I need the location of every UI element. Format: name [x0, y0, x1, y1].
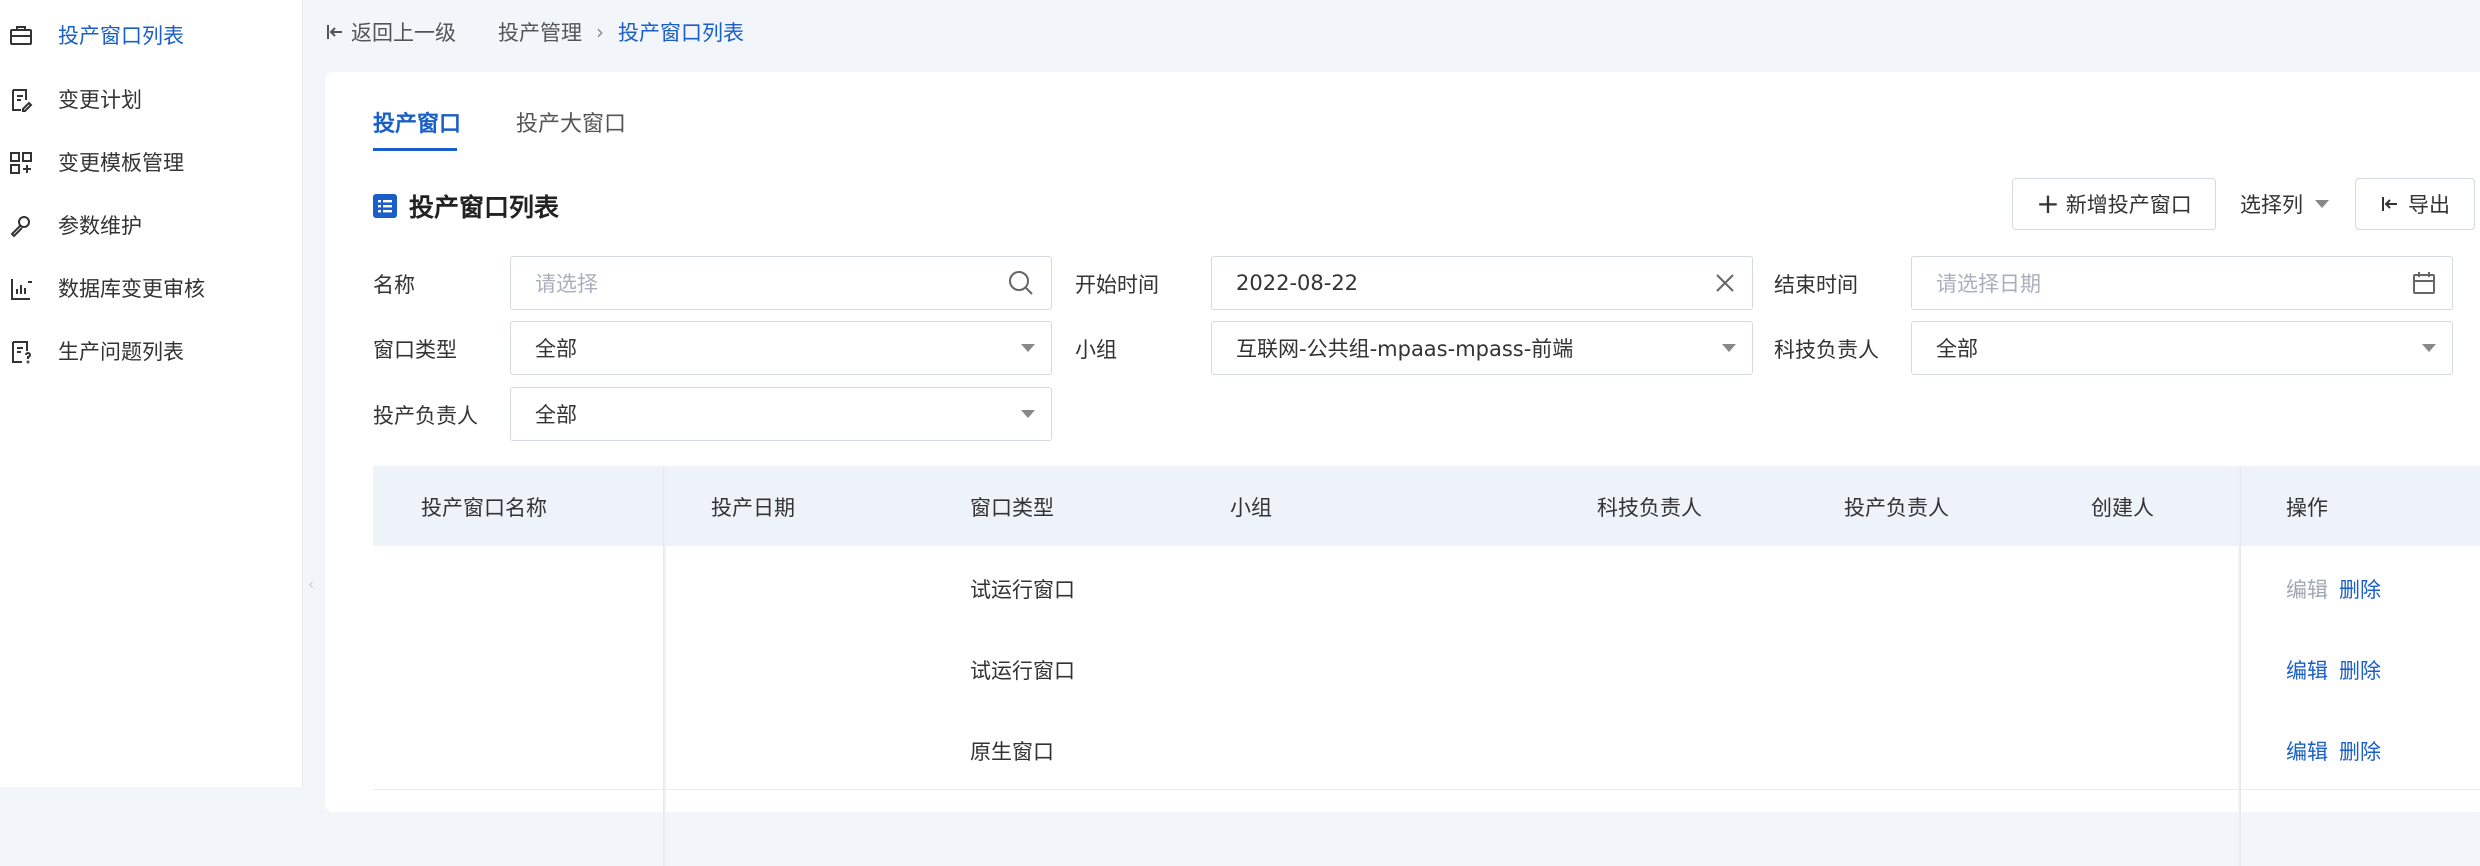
caret-down-icon: [1021, 344, 1035, 352]
cell-type: 试运行窗口: [970, 659, 1075, 683]
document-edit-icon: [8, 87, 34, 113]
breadcrumb: 返回上一级 投产管理 › 投产窗口列表: [325, 14, 744, 50]
sidebar-collapse-handle[interactable]: ‹: [303, 560, 319, 610]
group-select[interactable]: 互联网-公共组-mpaas-mpass-前端: [1211, 321, 1753, 375]
database-chart-icon: [8, 276, 34, 302]
sidebar-item-label: 变更计划: [58, 88, 142, 112]
edit-link[interactable]: 编辑: [2286, 574, 2328, 604]
sidebar: 投产窗口列表 变更计划 变更模板管理 参数维护 数据库变更审核 生产问题列表: [0, 0, 303, 787]
plus-icon: +: [2036, 187, 2060, 220]
back-link-label: 返回上一级: [351, 21, 456, 45]
export-label: 导出: [2408, 193, 2450, 217]
add-window-button[interactable]: + 新增投产窗口: [2012, 178, 2216, 230]
breadcrumb-current: 投产窗口列表: [618, 21, 744, 45]
delete-link[interactable]: 删除: [2339, 574, 2381, 604]
export-icon: [2382, 197, 2397, 211]
caret-down-icon: [2315, 200, 2329, 208]
template-blocks-icon: [8, 150, 34, 176]
name-placeholder: 请选择: [535, 272, 598, 296]
fixed-column-divider-right: [2238, 466, 2241, 866]
col-header-type: 窗口类型: [970, 496, 1054, 520]
tech-owner-select[interactable]: 全部: [1911, 321, 2453, 375]
table-row: 试运行窗口 编辑 删除: [373, 627, 2480, 709]
col-header-date: 投产日期: [711, 496, 795, 520]
tech-owner-value: 全部: [1936, 337, 1978, 361]
caret-down-icon: [1021, 410, 1035, 418]
list-icon: [373, 194, 397, 218]
table-row: 原生窗口 编辑 删除: [373, 708, 2480, 790]
back-link[interactable]: 返回上一级: [325, 17, 456, 47]
group-value: 互联网-公共组-mpaas-mpass-前端: [1236, 337, 1574, 361]
tab-window[interactable]: 投产窗口: [373, 106, 461, 138]
add-window-label: 新增投产窗口: [2065, 193, 2192, 217]
tab-big-window[interactable]: 投产大窗口: [516, 106, 626, 138]
tab-active-indicator: [373, 148, 457, 151]
cell-type: 试运行窗口: [970, 578, 1075, 602]
start-time-value: 2022-08-22: [1236, 271, 1359, 295]
search-icon[interactable]: [1007, 269, 1035, 297]
chevron-right-icon: ›: [596, 20, 604, 44]
sidebar-item-label: 数据库变更审核: [58, 277, 205, 301]
end-time-input[interactable]: 请选择日期: [1911, 256, 2453, 310]
edit-link[interactable]: 编辑: [2286, 736, 2328, 766]
section-title-text: 投产窗口列表: [409, 193, 560, 222]
sidebar-item-change-plan[interactable]: 变更计划: [0, 74, 302, 124]
col-header-group: 小组: [1230, 496, 1272, 520]
deploy-owner-value: 全部: [535, 403, 577, 427]
start-time-input[interactable]: 2022-08-22: [1211, 256, 1753, 310]
tech-owner-label: 科技负责人: [1774, 338, 1879, 362]
col-header-creator: 创建人: [2091, 496, 2154, 520]
edit-link[interactable]: 编辑: [2286, 655, 2328, 685]
window-type-label: 窗口类型: [373, 338, 457, 362]
end-time-label: 结束时间: [1774, 273, 1858, 297]
clear-icon[interactable]: [1714, 272, 1736, 294]
sidebar-item-label: 变更模板管理: [58, 151, 184, 175]
col-header-name: 投产窗口名称: [421, 496, 547, 520]
caret-down-icon: [1722, 344, 1736, 352]
delete-link[interactable]: 删除: [2339, 655, 2381, 685]
cell-type: 原生窗口: [970, 740, 1054, 764]
section-title: 投产窗口列表: [373, 188, 559, 224]
caret-down-icon: [2422, 344, 2436, 352]
deploy-owner-label: 投产负责人: [373, 404, 478, 428]
col-header-deploy-owner: 投产负责人: [1844, 496, 1949, 520]
breadcrumb-level1[interactable]: 投产管理: [498, 17, 582, 47]
deploy-owner-select[interactable]: 全部: [510, 387, 1052, 441]
fixed-column-divider-left: [663, 466, 666, 866]
main-card: 投产窗口 投产大窗口 投产窗口列表 + 新增投产窗口 选择列 导出 名称 请选择…: [325, 72, 2480, 866]
sidebar-item-label: 参数维护: [58, 214, 142, 238]
sidebar-item-db-change-review[interactable]: 数据库变更审核: [0, 263, 302, 313]
delete-link[interactable]: 删除: [2339, 736, 2381, 766]
sidebar-item-label: 生产问题列表: [58, 340, 184, 364]
sidebar-item-parameter-maintenance[interactable]: 参数维护: [0, 200, 302, 250]
sidebar-item-label: 投产窗口列表: [58, 24, 184, 48]
end-time-placeholder: 请选择日期: [1936, 272, 2041, 296]
export-button[interactable]: 导出: [2355, 178, 2475, 230]
window-type-value: 全部: [535, 337, 577, 361]
sidebar-item-production-issues[interactable]: 生产问题列表: [0, 326, 302, 376]
group-label: 小组: [1075, 338, 1117, 362]
col-header-actions: 操作: [2286, 496, 2328, 520]
window-type-select[interactable]: 全部: [510, 321, 1052, 375]
col-header-tech-owner: 科技负责人: [1597, 496, 1702, 520]
start-time-label: 开始时间: [1075, 273, 1159, 297]
name-label: 名称: [373, 273, 415, 297]
document-question-icon: [8, 339, 34, 365]
table-row: 试运行窗口 编辑 删除: [373, 546, 2480, 628]
back-arrow-icon: [327, 25, 342, 39]
briefcase-icon: [8, 23, 34, 49]
calendar-icon[interactable]: [2412, 271, 2436, 295]
select-columns-dropdown[interactable]: 选择列: [2240, 178, 2329, 230]
sidebar-item-template-management[interactable]: 变更模板管理: [0, 137, 302, 187]
wrench-icon: [8, 213, 34, 239]
sidebar-item-window-list[interactable]: 投产窗口列表: [0, 10, 302, 60]
name-input[interactable]: 请选择: [510, 256, 1052, 310]
table-header: 投产窗口名称 投产日期 窗口类型 小组 科技负责人 投产负责人 创建人 操作: [373, 466, 2480, 546]
select-columns-label: 选择列: [2240, 193, 2303, 217]
